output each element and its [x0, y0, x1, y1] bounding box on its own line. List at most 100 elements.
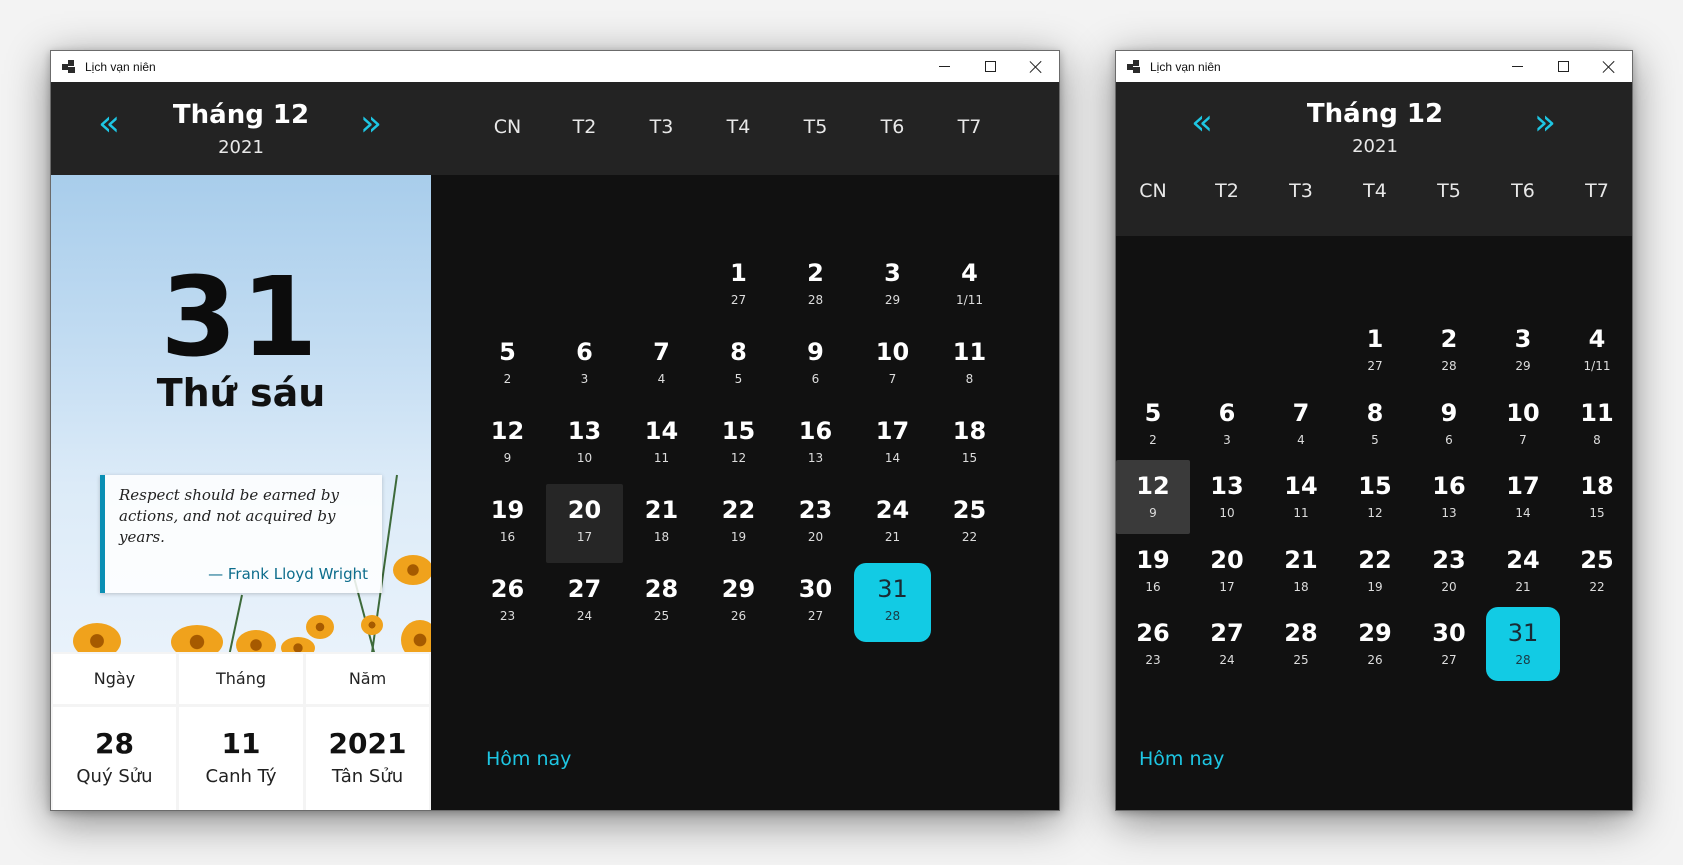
- app-icon: [1126, 59, 1142, 75]
- title-bar[interactable]: Lịch vạn niên: [1116, 51, 1632, 82]
- day-cell-11[interactable]: 11 8: [931, 326, 1008, 405]
- day-cell-1[interactable]: 1 27: [700, 247, 777, 326]
- day-cell-1[interactable]: 1 27: [1338, 313, 1412, 387]
- day-cell-25[interactable]: 25 22: [931, 484, 1008, 563]
- prev-month-icon[interactable]: «: [98, 106, 120, 142]
- day-number: 15: [721, 417, 756, 445]
- day-cell-12[interactable]: 12 9: [1116, 460, 1190, 534]
- day-cell-8[interactable]: 85: [1338, 387, 1412, 461]
- day-cell-22[interactable]: 22 19: [700, 484, 777, 563]
- day-cell-14[interactable]: 14 11: [1264, 460, 1338, 534]
- day-cell-23[interactable]: 23 20: [777, 484, 854, 563]
- day-cell-6[interactable]: 63: [546, 326, 623, 405]
- day-cell-13[interactable]: 13 10: [546, 405, 623, 484]
- day-cell-30[interactable]: 30 27: [777, 563, 854, 642]
- day-cell-20[interactable]: 20 17: [546, 484, 623, 563]
- weekday-name: Thứ sáu: [156, 371, 326, 415]
- day-cell-7[interactable]: 74: [1264, 387, 1338, 461]
- day-cell-26[interactable]: 26 23: [469, 563, 546, 642]
- day-cell-18[interactable]: 18 15: [1560, 460, 1632, 534]
- day-number: 2: [1440, 325, 1458, 353]
- day-cell-5[interactable]: 52: [469, 326, 546, 405]
- day-cell-5[interactable]: 52: [1116, 387, 1190, 461]
- lunar-day-label: 2: [1149, 432, 1157, 447]
- day-cell-29[interactable]: 29 26: [1338, 607, 1412, 681]
- day-cell-18[interactable]: 18 15: [931, 405, 1008, 484]
- title-bar[interactable]: Lịch vạn niên: [51, 51, 1059, 82]
- day-number: 19: [490, 496, 525, 524]
- day-cell-10[interactable]: 10 7: [854, 326, 931, 405]
- lunar-day-label: 20: [807, 530, 824, 544]
- day-number: 6: [576, 338, 593, 366]
- day-number: 13: [1210, 472, 1244, 500]
- day-cell-7[interactable]: 74: [623, 326, 700, 405]
- day-number: 31: [877, 575, 908, 603]
- day-cell-26[interactable]: 26 23: [1116, 607, 1190, 681]
- day-cell-10[interactable]: 10 7: [1486, 387, 1560, 461]
- close-button[interactable]: [1013, 51, 1059, 82]
- day-cell-12[interactable]: 12 9: [469, 405, 546, 484]
- lunar-day-label: 26: [1367, 653, 1383, 667]
- day-cell-27[interactable]: 27 24: [546, 563, 623, 642]
- day-cell-28[interactable]: 28 25: [623, 563, 700, 642]
- day-cell-13[interactable]: 13 10: [1190, 460, 1264, 534]
- day-number: 16: [1432, 472, 1466, 500]
- day-number: 4: [1588, 325, 1606, 353]
- calendar-window-large: Lịch vạn niên « Tháng 12 2021 » 31 Thứ s…: [50, 50, 1060, 811]
- today-link[interactable]: Hôm nay: [486, 748, 571, 770]
- lunar-year-number: 2021: [328, 727, 407, 760]
- day-cell-3[interactable]: 3 29: [1486, 313, 1560, 387]
- day-cell-9[interactable]: 96: [1412, 387, 1486, 461]
- next-month-icon[interactable]: »: [1534, 105, 1556, 141]
- minimize-button[interactable]: [1494, 51, 1540, 82]
- day-number: 14: [1284, 472, 1318, 500]
- day-cell-4[interactable]: 4 1/11: [931, 247, 1008, 326]
- prev-month-icon[interactable]: «: [1191, 105, 1213, 141]
- day-cell-9[interactable]: 96: [777, 326, 854, 405]
- day-cell-23[interactable]: 23 20: [1412, 534, 1486, 608]
- minimize-button[interactable]: [921, 51, 967, 82]
- day-cell-21[interactable]: 21 18: [1264, 534, 1338, 608]
- day-cell-6[interactable]: 63: [1190, 387, 1264, 461]
- lunar-year-cell: 2021 Tân Sửu: [306, 707, 429, 810]
- lunar-day-label: 11: [653, 451, 670, 465]
- day-cell-15[interactable]: 15 12: [700, 405, 777, 484]
- day-cell-21[interactable]: 21 18: [623, 484, 700, 563]
- day-cell-27[interactable]: 27 24: [1190, 607, 1264, 681]
- maximize-button[interactable]: [967, 51, 1013, 82]
- day-cell-4[interactable]: 4 1/11: [1560, 313, 1632, 387]
- day-cell-17[interactable]: 17 14: [1486, 460, 1560, 534]
- today-link[interactable]: Hôm nay: [1139, 748, 1224, 770]
- day-cell-14[interactable]: 14 11: [623, 405, 700, 484]
- day-cell-24[interactable]: 24 21: [854, 484, 931, 563]
- day-cell-3[interactable]: 3 29: [854, 247, 931, 326]
- lunar-day-label: 24: [576, 609, 593, 623]
- next-month-icon[interactable]: »: [360, 106, 382, 142]
- day-cell-20[interactable]: 20 17: [1190, 534, 1264, 608]
- close-button[interactable]: [1586, 51, 1632, 82]
- weekday-label-t7: T7: [957, 116, 982, 138]
- day-cell-2[interactable]: 2 28: [1412, 313, 1486, 387]
- day-cell-29[interactable]: 29 26: [700, 563, 777, 642]
- day-cell-2[interactable]: 2 28: [777, 247, 854, 326]
- lunar-date-table: Ngày Tháng Năm 28 Quý Sửu 11 Canh Tý 202…: [51, 652, 431, 810]
- day-cell-19[interactable]: 19 16: [469, 484, 546, 563]
- lunar-day-label: 5: [1371, 432, 1379, 447]
- day-cell-8[interactable]: 85: [700, 326, 777, 405]
- day-cell-16[interactable]: 16 13: [1412, 460, 1486, 534]
- maximize-button[interactable]: [1540, 51, 1586, 82]
- day-cell-15[interactable]: 15 12: [1338, 460, 1412, 534]
- day-cell-22[interactable]: 22 19: [1338, 534, 1412, 608]
- day-cell-28[interactable]: 28 25: [1264, 607, 1338, 681]
- day-cell-17[interactable]: 17 14: [854, 405, 931, 484]
- lunar-day-label: 19: [1367, 579, 1383, 594]
- day-cell-30[interactable]: 30 27: [1412, 607, 1486, 681]
- lunar-day-label: 7: [888, 372, 897, 386]
- day-cell-25[interactable]: 25 22: [1560, 534, 1632, 608]
- day-cell-31[interactable]: 31 28: [1486, 607, 1560, 681]
- day-cell-16[interactable]: 16 13: [777, 405, 854, 484]
- day-cell-19[interactable]: 19 16: [1116, 534, 1190, 608]
- day-cell-24[interactable]: 24 21: [1486, 534, 1560, 608]
- day-cell-11[interactable]: 11 8: [1560, 387, 1632, 461]
- day-cell-31[interactable]: 31 28: [854, 563, 931, 642]
